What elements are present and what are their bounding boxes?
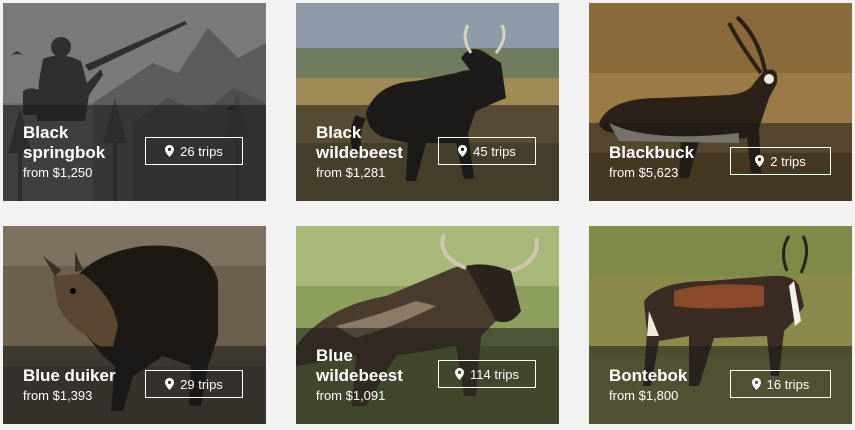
trips-button[interactable]: 26 trips: [145, 137, 243, 165]
map-pin-icon: [751, 378, 761, 390]
trips-count: 29 trips: [180, 376, 223, 392]
trips-button[interactable]: 29 trips: [145, 370, 243, 398]
map-pin-icon: [755, 155, 765, 167]
trips-button[interactable]: 2 trips: [730, 147, 831, 175]
species-card-black-springbok[interactable]: Black springbok from $1,250 26 trips: [3, 3, 266, 201]
species-name: Black wildebeest: [316, 123, 403, 162]
species-price: from $5,623: [609, 165, 679, 180]
species-price: from $1,393: [23, 388, 93, 403]
species-grid: Black springbok from $1,250 26 trips Bla…: [0, 0, 855, 430]
map-pin-icon: [165, 145, 175, 157]
species-price: from $1,281: [316, 165, 386, 180]
species-card-blue-duiker[interactable]: Blue duiker from $1,393 29 trips: [3, 226, 266, 424]
species-name: Blue wildebeest: [316, 346, 403, 385]
trips-count: 26 trips: [180, 143, 223, 159]
species-name: Black springbok: [23, 123, 106, 162]
map-pin-icon: [165, 378, 175, 390]
map-pin-icon: [455, 368, 465, 380]
trips-count: 114 trips: [470, 366, 519, 382]
map-pin-icon: [458, 145, 468, 157]
species-card-blue-wildebeest[interactable]: Blue wildebeest from $1,091 114 trips: [296, 226, 559, 424]
species-price: from $1,091: [316, 388, 386, 403]
species-card-black-wildebeest[interactable]: Black wildebeest from $1,281 45 trips: [296, 3, 559, 201]
trips-button[interactable]: 16 trips: [730, 370, 831, 398]
trips-count: 2 trips: [770, 153, 806, 169]
species-card-bontebok[interactable]: Bontebok from $1,800 16 trips: [589, 226, 852, 424]
trips-button[interactable]: 45 trips: [438, 137, 536, 165]
species-name: Blue duiker: [23, 366, 116, 385]
species-price: from $1,800: [609, 388, 679, 403]
species-price: from $1,250: [23, 165, 93, 180]
species-name: Bontebok: [609, 366, 688, 385]
trips-button[interactable]: 114 trips: [438, 360, 536, 388]
trips-count: 16 trips: [766, 376, 810, 392]
species-card-blackbuck[interactable]: Blackbuck from $5,623 2 trips: [589, 3, 852, 201]
species-name: Blackbuck: [609, 143, 695, 162]
trips-count: 45 trips: [473, 143, 516, 159]
